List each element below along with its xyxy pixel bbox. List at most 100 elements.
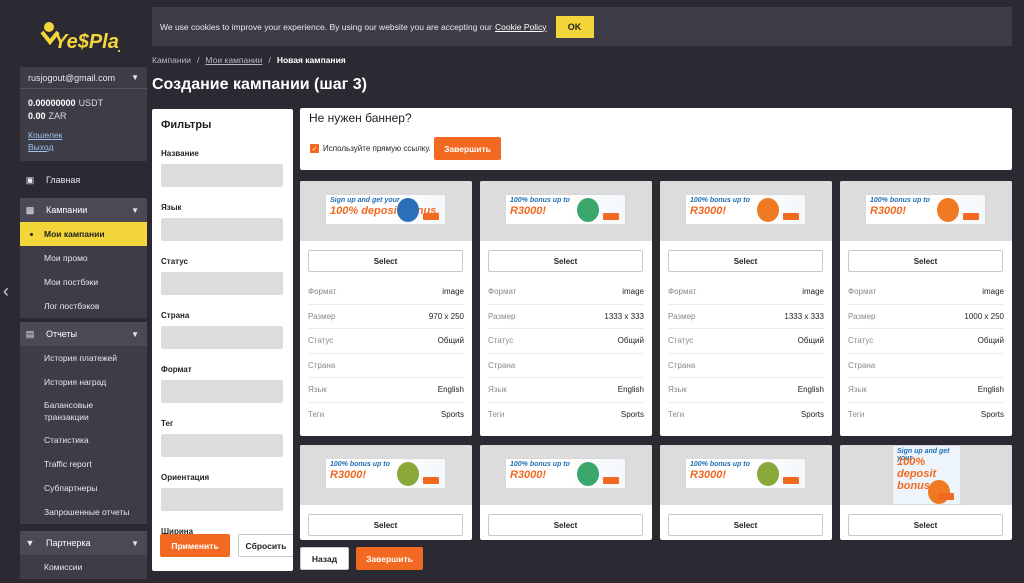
cookie-text: We use cookies to improve your experienc… <box>160 21 492 32</box>
checkbox-checked-icon[interactable]: ✓ <box>310 144 319 153</box>
chevron-down-icon: ▼ <box>131 205 139 215</box>
select-banner-button[interactable]: Select <box>668 250 823 272</box>
nav-item-label: Мои промо <box>44 253 88 263</box>
logo-text: Ye$Play <box>54 31 120 53</box>
select-banner-button[interactable]: Select <box>308 514 463 536</box>
chevron-down-icon: ▼ <box>131 73 139 82</box>
partners-icon: ▼ <box>25 538 35 548</box>
direct-link-checkbox-row[interactable]: ✓ Используйте прямую ссылку. <box>310 144 431 153</box>
home-icon: ▣ <box>25 174 35 185</box>
nav-partners-header[interactable]: ▼ Партнерка ▼ <box>20 531 147 555</box>
select-banner-button[interactable]: Select <box>668 514 823 536</box>
finish-button[interactable]: Завершить <box>356 547 423 570</box>
banner-cta-shape <box>938 493 954 500</box>
back-button[interactable]: Назад <box>300 547 349 570</box>
detail-value: Общий <box>797 336 824 346</box>
detail-row: Формат image <box>488 280 644 305</box>
sidebar: Ye$Play rusjogout@gmail.com ▼ 0.00000000… <box>12 0 147 583</box>
filter-orientation-select[interactable] <box>161 488 283 511</box>
balance-amount: 0.00 <box>28 111 46 121</box>
select-banner-button[interactable]: Select <box>488 250 643 272</box>
nav-item-reward-history[interactable]: История наград <box>20 370 147 394</box>
detail-row: Размер 1333 x 333 <box>668 305 824 329</box>
nav-campaigns-header[interactable]: ▩ Кампании ▼ <box>20 198 147 222</box>
nav-item-subpartners[interactable]: Субпартнеры <box>20 476 147 500</box>
detail-row: Теги Sports <box>668 403 824 428</box>
banner-cta-shape <box>963 213 979 220</box>
nav-item-my-promo[interactable]: Мои промо <box>20 246 147 270</box>
wallet-link[interactable]: Кошелек <box>28 129 139 141</box>
banner-preview: 100% bonus up to R3000! <box>480 181 652 241</box>
detail-label: Размер <box>488 311 516 321</box>
breadcrumb-item[interactable]: Мои кампании <box>205 55 262 65</box>
active-dot-icon <box>30 232 33 236</box>
apply-filters-button[interactable]: Применить <box>160 534 230 557</box>
cookie-ok-button[interactable]: OK <box>555 15 594 38</box>
breadcrumb-separator: / <box>197 55 200 65</box>
detail-value: 970 x 250 <box>428 311 464 321</box>
logout-link[interactable]: Выход <box>28 141 139 153</box>
account-links: Кошелек Выход <box>20 123 147 153</box>
nav-item-balance-transactions[interactable]: Балансовые транзакции <box>20 394 147 428</box>
banner-card: 100% bonus up to R3000! Select Формат image Р… <box>840 181 1012 436</box>
breadcrumb-separator: / <box>268 55 271 65</box>
select-banner-button[interactable]: Select <box>848 250 1003 272</box>
banner-details: Формат image Размер 970 x 250 Статус Общий Стр… <box>308 280 464 427</box>
nav-item-payment-history[interactable]: История платежей <box>20 346 147 370</box>
page-title: Создание кампании (шаг 3) <box>152 76 367 93</box>
banner-cta-shape <box>423 477 439 484</box>
banner-image: 100% bonus up to R3000! <box>505 458 626 489</box>
nav-home[interactable]: ▣ Главная <box>20 170 147 190</box>
banner-details: Формат image Размер 1333 x 333 Статус Общий Ст… <box>488 280 644 427</box>
nav-reports-header[interactable]: ▤ Отчеты ▼ <box>20 322 147 346</box>
banner-art <box>577 462 599 486</box>
filter-name-input[interactable] <box>161 164 283 187</box>
nav-home-label: Главная <box>46 175 81 185</box>
detail-label: Язык <box>668 385 687 395</box>
detail-label: Язык <box>488 385 507 395</box>
nav-item-requested-reports[interactable]: Запрошенные отчеты <box>20 500 147 524</box>
nav-item-postback-log[interactable]: Лог постбэков <box>20 294 147 318</box>
select-banner-button[interactable]: Select <box>488 514 643 536</box>
detail-label: Формат <box>488 287 517 297</box>
nav-item-commissions[interactable]: Комиссии <box>20 555 147 579</box>
nav-item-my-postbacks[interactable]: Мои постбэки <box>20 270 147 294</box>
detail-row: Страна <box>668 354 824 378</box>
banner-headline: Sign up and get your <box>330 197 400 204</box>
select-banner-button[interactable]: Select <box>308 250 463 272</box>
finish-button[interactable]: Завершить <box>434 137 501 160</box>
filter-format-select[interactable] <box>161 380 283 403</box>
balance-amount: 0.00000000 <box>28 98 76 108</box>
select-banner-button[interactable]: Select <box>848 514 1003 536</box>
nav-reports-label: Отчеты <box>46 329 78 339</box>
detail-row: Размер 970 x 250 <box>308 305 464 329</box>
detail-row: Статус Общий <box>308 329 464 354</box>
banner-amount: R3000! <box>330 469 367 481</box>
detail-row: Размер 1000 x 250 <box>848 305 1004 329</box>
nav-item-label: Статистика <box>44 435 89 445</box>
detail-value: Sports <box>980 410 1004 420</box>
breadcrumb-current: Новая кампания <box>276 55 346 65</box>
banner-image: 100% bonus up to R3000! <box>505 194 626 225</box>
filter-label: Страна <box>161 311 190 320</box>
filter-language-select[interactable] <box>161 218 283 241</box>
filter-status-select[interactable] <box>161 272 283 295</box>
nav-item-my-campaigns[interactable]: Мои кампании <box>20 222 147 246</box>
filters-title: Фильтры <box>161 119 212 131</box>
account-email-dropdown[interactable]: rusjogout@gmail.com ▼ <box>20 67 147 89</box>
banner-art <box>577 198 599 222</box>
nav-item-statistics[interactable]: Статистика <box>20 428 147 452</box>
sidebar-collapse-chevron-icon[interactable]: ‹ <box>0 0 12 583</box>
cookie-policy-link[interactable]: Cookie Policy <box>495 22 547 32</box>
reset-filters-button[interactable]: Сбросить <box>238 534 293 557</box>
banner-amount: R3000! <box>510 205 547 217</box>
detail-value: Общий <box>977 336 1004 346</box>
detail-row: Формат image <box>848 280 1004 305</box>
filter-country-select[interactable] <box>161 326 283 349</box>
filter-tag-select[interactable] <box>161 434 283 457</box>
detail-label: Формат <box>668 287 697 297</box>
detail-row: Страна <box>488 354 644 378</box>
logo[interactable]: Ye$Play <box>40 16 120 58</box>
nav-item-traffic-report[interactable]: Traffic report <box>20 452 147 476</box>
breadcrumb-item[interactable]: Кампании <box>152 55 191 65</box>
